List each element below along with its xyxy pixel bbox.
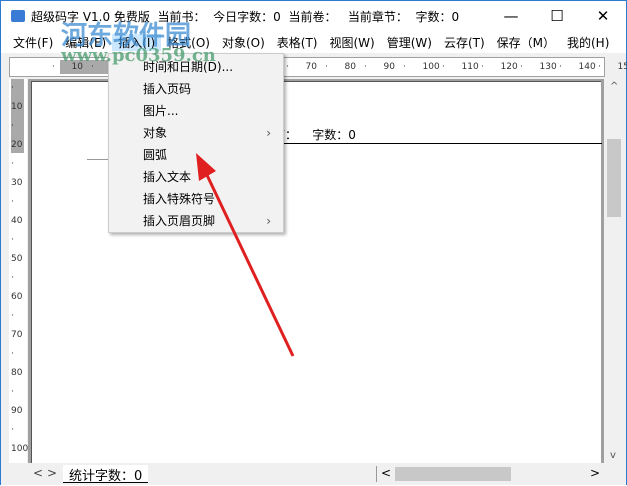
red-arrow-annotation: [1, 1, 627, 486]
app-window: 超级码字 V1.0 免费版 当前书： 今日字数：0 当前卷： 当前章节： 字数：…: [0, 0, 627, 485]
